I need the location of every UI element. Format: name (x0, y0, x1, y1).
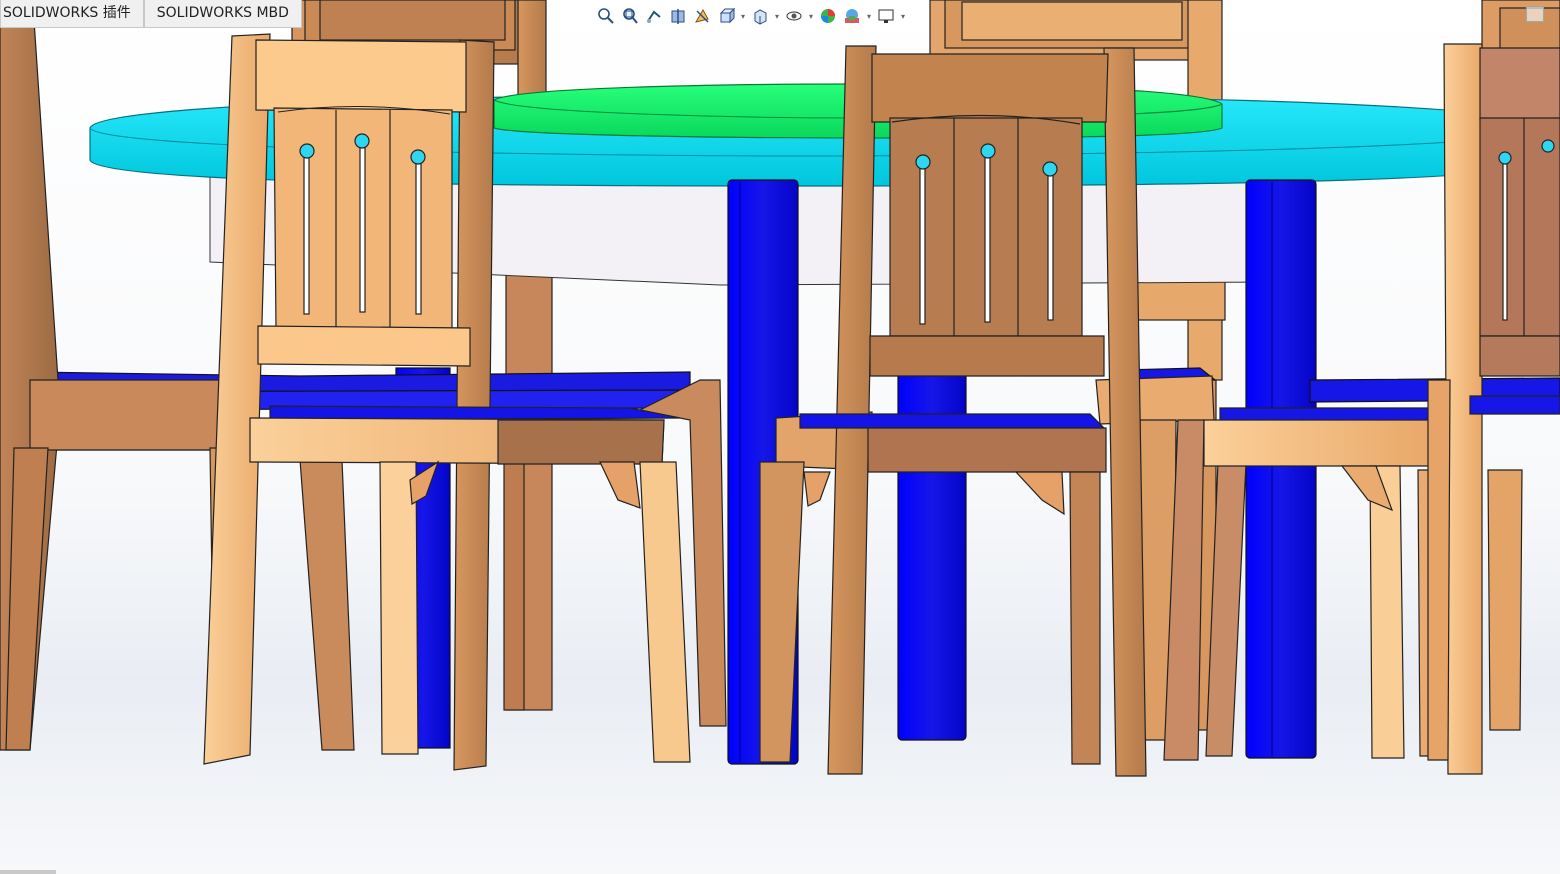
hide-show-icon[interactable] (782, 4, 806, 28)
graphics-area[interactable] (0, 0, 1560, 874)
section-view-icon[interactable] (666, 4, 690, 28)
dynamic-annotation-icon[interactable] (690, 4, 714, 28)
apply-scene-dropdown-icon[interactable]: ▾ (864, 4, 874, 28)
view-orientation-dropdown-icon[interactable]: ▾ (738, 4, 748, 28)
command-manager-tabs: SOLIDWORKS 插件 SOLIDWORKS MBD (0, 0, 302, 28)
heads-up-view-toolbar: ▾ ▾ ▾ ▾ ▾ (594, 4, 908, 28)
tab-solidworks-addins[interactable]: SOLIDWORKS 插件 (0, 0, 144, 28)
restore-viewport-icon[interactable] (1526, 6, 1544, 22)
view-settings-dropdown-icon[interactable]: ▾ (898, 4, 908, 28)
view-orientation-icon[interactable] (714, 4, 738, 28)
tab-solidworks-mbd[interactable]: SOLIDWORKS MBD (143, 0, 302, 28)
status-strip (0, 870, 56, 874)
hide-show-dropdown-icon[interactable]: ▾ (806, 4, 816, 28)
zoom-to-fit-icon[interactable] (594, 4, 618, 28)
view-settings-icon[interactable] (874, 4, 898, 28)
zoom-to-area-icon[interactable] (618, 4, 642, 28)
display-style-dropdown-icon[interactable]: ▾ (772, 4, 782, 28)
apply-scene-icon[interactable] (840, 4, 864, 28)
previous-view-icon[interactable] (642, 4, 666, 28)
display-style-icon[interactable] (748, 4, 772, 28)
edit-appearance-icon[interactable] (816, 4, 840, 28)
